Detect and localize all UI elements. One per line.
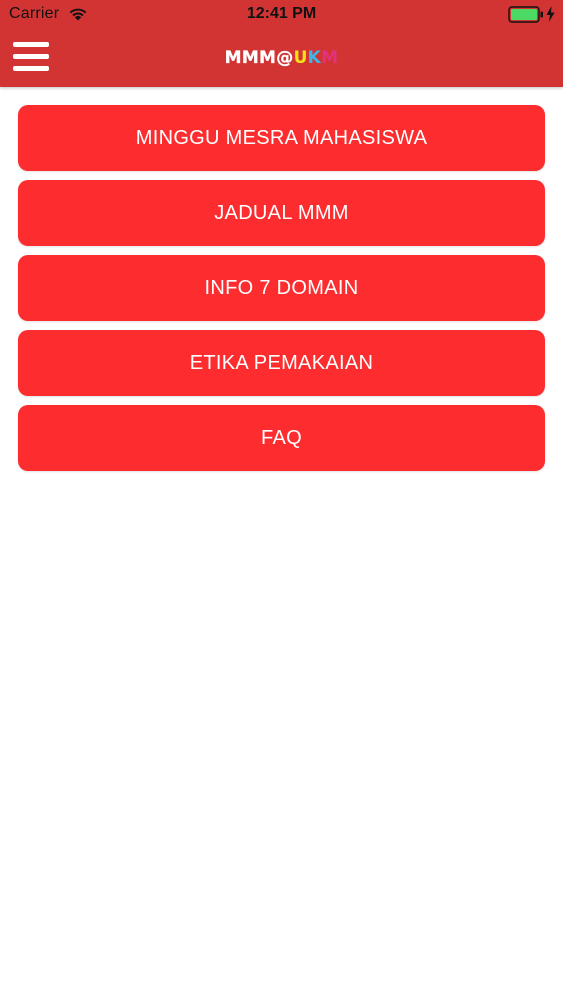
logo-letter-m: M xyxy=(321,48,339,68)
battery-icon xyxy=(508,6,543,23)
app-screen: Carrier 12:41 PM MMM@UKM MINGGU MESRA MA… xyxy=(0,0,563,1000)
status-bar: Carrier 12:41 PM xyxy=(0,0,563,30)
charging-bolt-icon xyxy=(546,6,555,22)
app-logo: MMM@UKM xyxy=(0,47,563,69)
info-7-domain-button[interactable]: INFO 7 DOMAIN xyxy=(18,255,545,321)
jadual-mmm-button[interactable]: JADUAL MMM xyxy=(18,180,545,246)
etika-pemakaian-button[interactable]: ETIKA PEMAKAIAN xyxy=(18,330,545,396)
clock-time: 12:41 PM xyxy=(246,5,317,22)
minggu-mesra-mahasiswa-button[interactable]: MINGGU MESRA MAHASISWA xyxy=(18,105,545,171)
main-menu-list: MINGGU MESRA MAHASISWA JADUAL MMM INFO 7… xyxy=(18,105,545,480)
header-bar: Carrier 12:41 PM MMM@UKM xyxy=(0,0,563,87)
logo-letter-u: U xyxy=(293,48,308,68)
faq-button[interactable]: FAQ xyxy=(18,405,545,471)
logo-letter-k: K xyxy=(307,48,322,68)
logo-prefix: MMM@ xyxy=(224,48,294,68)
